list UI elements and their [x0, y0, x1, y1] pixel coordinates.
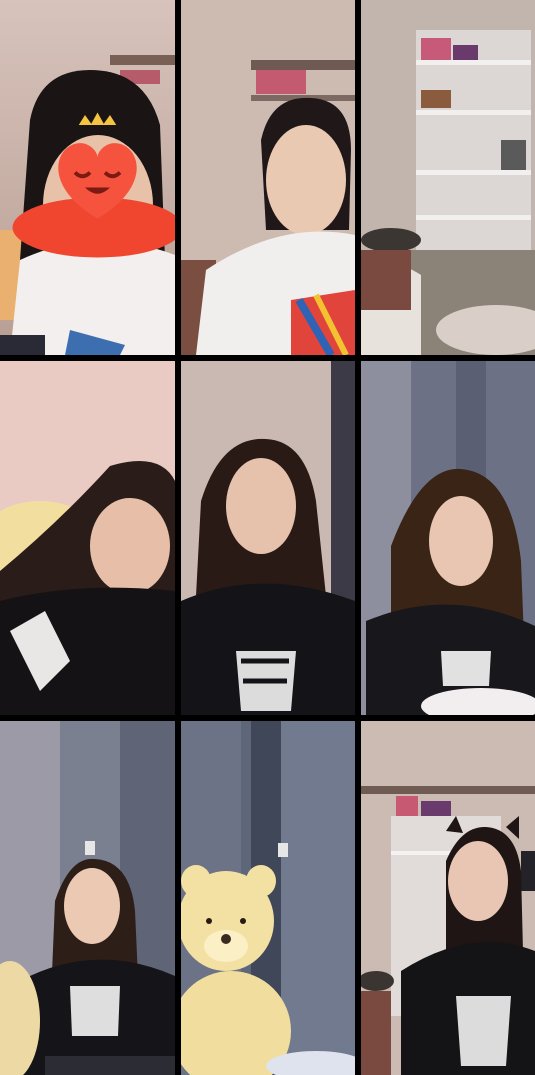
video-frame	[361, 0, 535, 355]
video-tile-5[interactable]	[181, 361, 355, 715]
video-frame	[0, 721, 175, 1075]
video-frame	[181, 361, 355, 715]
video-tile-2[interactable]	[181, 0, 355, 355]
video-frame	[0, 0, 175, 355]
video-tile-9[interactable]	[361, 721, 535, 1075]
video-frame	[181, 0, 355, 355]
video-frame	[361, 721, 535, 1075]
video-tile-8[interactable]	[181, 721, 355, 1075]
video-tile-1[interactable]	[0, 0, 175, 355]
video-grid	[0, 0, 535, 1075]
video-tile-3[interactable]	[361, 0, 535, 355]
video-frame	[361, 361, 535, 715]
video-frame	[0, 361, 175, 715]
video-tile-4[interactable]	[0, 361, 175, 715]
video-tile-7[interactable]	[0, 721, 175, 1075]
video-tile-6[interactable]	[361, 361, 535, 715]
video-frame	[181, 721, 355, 1075]
